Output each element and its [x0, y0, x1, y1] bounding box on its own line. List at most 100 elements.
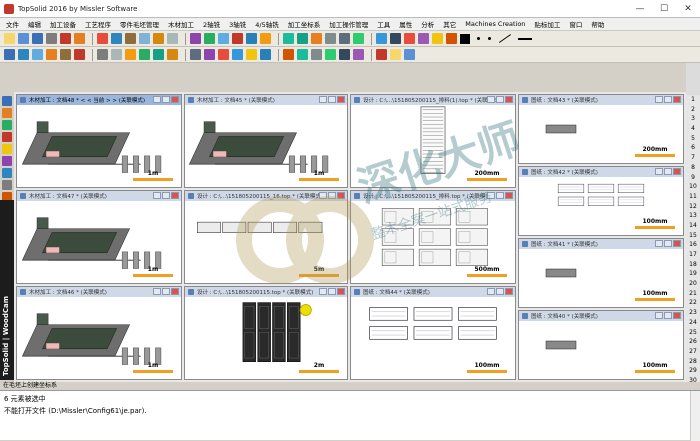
toolbar-tool-icon[interactable]: [218, 33, 229, 44]
cnc-machine-view[interactable]: [17, 201, 181, 275]
document-minimize-button[interactable]: [153, 192, 161, 199]
menu-labeling[interactable]: 贴标加工: [534, 19, 560, 29]
side-tool-icon[interactable]: [2, 96, 12, 106]
toolbar-tool-icon[interactable]: [260, 49, 271, 60]
document-close-button[interactable]: [171, 288, 179, 295]
menu-2axis[interactable]: 2轴铣: [203, 19, 220, 29]
toolbar-tool-icon[interactable]: [190, 49, 201, 60]
toolbar-tool-icon[interactable]: [97, 49, 108, 60]
toolbar-tool-icon[interactable]: [404, 49, 415, 60]
document-viewport[interactable]: 100mm: [519, 321, 683, 379]
point-style-icon[interactable]: [477, 37, 480, 40]
document-restore-button[interactable]: [664, 96, 672, 103]
document-viewport[interactable]: 100mm: [519, 249, 683, 307]
document-minimize-button[interactable]: [655, 240, 663, 247]
document-minimize-button[interactable]: [487, 192, 495, 199]
document-minimize-button[interactable]: [655, 168, 663, 175]
toolbar-tool-icon[interactable]: [376, 49, 387, 60]
toolbar-tool-icon[interactable]: [390, 49, 401, 60]
toolbar-tool-icon[interactable]: [246, 49, 257, 60]
document-viewport[interactable]: 1m: [17, 105, 181, 187]
color-picker-swatch[interactable]: [460, 33, 470, 44]
document-restore-button[interactable]: [328, 288, 336, 295]
menu-other[interactable]: 其它: [443, 19, 456, 29]
document-close-button[interactable]: [505, 96, 513, 103]
layer-ruler[interactable]: 1 2 3 4 5 6 7 8 9 10 11 12 13 14 15 16 17 18 19 20 21 22 23 24 2…: [686, 95, 700, 385]
document-window[interactable]: 图纸 : 文档42 * (关联模式) 100mm: [518, 166, 684, 236]
toolbar-tool-icon[interactable]: [283, 49, 294, 60]
toolbar-tool-icon[interactable]: [390, 33, 401, 44]
toolbar-tool-icon[interactable]: [404, 33, 415, 44]
toolbar-tool-icon[interactable]: [125, 33, 136, 44]
document-viewport[interactable]: 100mm: [519, 177, 683, 235]
drawing-sheet-view[interactable]: [351, 297, 515, 371]
document-minimize-button[interactable]: [153, 96, 161, 103]
toolbar-tool-icon[interactable]: [339, 49, 350, 60]
document-window-caption[interactable]: 木材加工 : 文档47 * (关联模式): [17, 191, 181, 201]
document-window[interactable]: 木材加工 : 文档46 * (关联模式) 1m: [16, 286, 182, 380]
document-restore-button[interactable]: [664, 168, 672, 175]
toolbar-tool-icon[interactable]: [125, 49, 136, 60]
document-close-button[interactable]: [337, 96, 345, 103]
menu-coordinate[interactable]: 加工坐标系: [288, 19, 321, 29]
line-style-icon[interactable]: [498, 34, 512, 43]
document-restore-button[interactable]: [664, 312, 672, 319]
document-close-button[interactable]: [505, 192, 513, 199]
toolbar-tool-icon[interactable]: [32, 33, 43, 44]
minimize-button[interactable]: —: [628, 0, 652, 18]
toolbar-tool-icon[interactable]: [297, 33, 308, 44]
toolbar-tool-icon[interactable]: [60, 49, 71, 60]
document-minimize-button[interactable]: [319, 288, 327, 295]
document-viewport[interactable]: 2m: [185, 297, 347, 379]
document-viewport[interactable]: 100mm: [351, 297, 515, 379]
side-tool-icon[interactable]: [2, 168, 12, 178]
toolbar-tool-icon[interactable]: [339, 33, 350, 44]
toolbar-tool-icon[interactable]: [232, 33, 243, 44]
toolbar-tool-icon[interactable]: [153, 49, 164, 60]
nesting-list-view[interactable]: [351, 105, 515, 179]
menu-window[interactable]: 窗口: [569, 19, 582, 29]
document-close-button[interactable]: [337, 288, 345, 295]
toolbar-tool-icon[interactable]: [311, 33, 322, 44]
document-window[interactable]: 设计 : C:\...\151805200115_排料.top * (关联模式)…: [350, 190, 516, 284]
cabinet-model-view[interactable]: [185, 297, 347, 371]
document-restore-button[interactable]: [162, 288, 170, 295]
point-style-icon[interactable]: [488, 37, 491, 40]
menu-analysis[interactable]: 分析: [421, 19, 434, 29]
document-close-button[interactable]: [171, 96, 179, 103]
document-minimize-button[interactable]: [487, 96, 495, 103]
document-viewport[interactable]: 1m: [17, 297, 181, 379]
toolbar-tool-icon[interactable]: [218, 49, 229, 60]
menu-machines-creation[interactable]: Machines Creation: [465, 20, 525, 28]
document-close-button[interactable]: [337, 192, 345, 199]
menu-process[interactable]: 工艺程序: [85, 19, 111, 29]
toolbar-tool-icon[interactable]: [446, 33, 457, 44]
document-viewport[interactable]: 200mm: [519, 105, 683, 163]
menu-help[interactable]: 帮助: [591, 19, 604, 29]
document-restore-button[interactable]: [162, 96, 170, 103]
toolbar-tool-icon[interactable]: [18, 49, 29, 60]
toolbar-tool-icon[interactable]: [246, 33, 257, 44]
document-restore-button[interactable]: [496, 288, 504, 295]
toolbar-tool-icon[interactable]: [418, 33, 429, 44]
maximize-button[interactable]: ☐: [652, 0, 676, 18]
document-window-caption[interactable]: 木材加工 : 文档46 * (关联模式): [17, 287, 181, 297]
toolbar-tool-icon[interactable]: [153, 33, 164, 44]
document-minimize-button[interactable]: [487, 288, 495, 295]
nesting-sheet-view[interactable]: [351, 201, 515, 275]
document-close-button[interactable]: [673, 240, 681, 247]
document-close-button[interactable]: [171, 192, 179, 199]
document-minimize-button[interactable]: [153, 288, 161, 295]
toolbar-tool-icon[interactable]: [111, 49, 122, 60]
toolbar-tool-icon[interactable]: [97, 33, 108, 44]
document-close-button[interactable]: [505, 288, 513, 295]
document-window-caption[interactable]: 木材加工 : 文档48 * < < 当前 > > (关联模式): [17, 95, 181, 105]
document-window[interactable]: 木材加工 : 文档45 * (关联模式) 1m: [184, 94, 348, 188]
document-close-button[interactable]: [673, 168, 681, 175]
document-window-caption[interactable]: 设计 : C:\...\151805200115_排料(1).top * (关联…: [351, 95, 515, 105]
toolbar-tool-icon[interactable]: [325, 49, 336, 60]
toolbar-tool-icon[interactable]: [283, 33, 294, 44]
document-window-caption[interactable]: 图纸 : 文档42 * (关联模式): [519, 167, 683, 177]
cnc-machine-view[interactable]: [17, 297, 181, 371]
menu-file[interactable]: 文件: [6, 19, 19, 29]
